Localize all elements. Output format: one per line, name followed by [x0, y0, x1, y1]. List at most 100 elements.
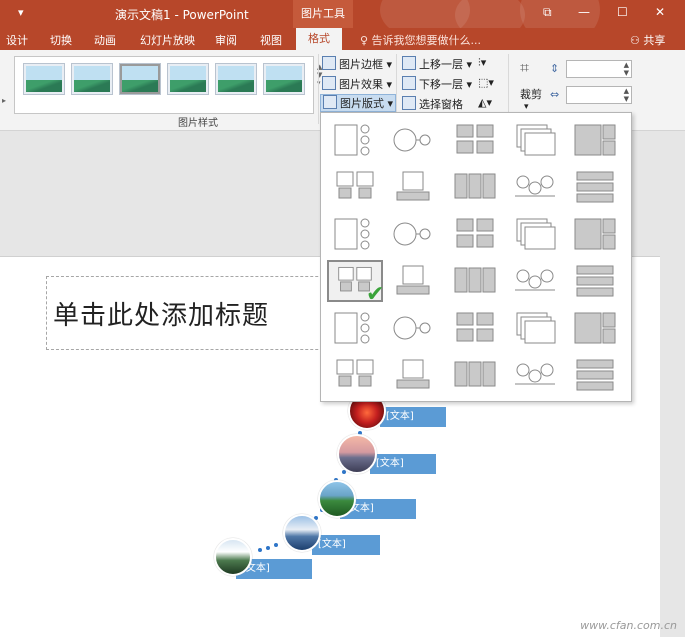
- layout-thumbnail-icon: [396, 171, 430, 201]
- picture-layout-button[interactable]: 图片版式 ▾: [320, 94, 397, 112]
- minimize-icon[interactable]: —: [578, 5, 590, 19]
- picture-layout-option[interactable]: [567, 166, 623, 208]
- height-field[interactable]: ▲ ▼: [566, 60, 632, 78]
- picture-layout-option[interactable]: [507, 119, 563, 161]
- picture-layout-gallery: [320, 112, 632, 402]
- picture-layout-option[interactable]: [327, 119, 383, 161]
- tab-transitions[interactable]: 切换: [50, 32, 72, 48]
- tab-view[interactable]: 视图: [260, 32, 282, 48]
- picture-layout-option[interactable]: [447, 354, 503, 396]
- picture-border-button[interactable]: 图片边框 ▾: [322, 56, 392, 72]
- context-tab-group: 图片工具: [293, 0, 353, 28]
- picture-layout-option[interactable]: [567, 119, 623, 161]
- ribbon-scroll-left-icon[interactable]: ▸: [2, 96, 6, 105]
- picture-layout-option[interactable]: [507, 354, 563, 396]
- crop-label[interactable]: 裁剪: [520, 86, 542, 102]
- width-field[interactable]: ▲ ▼: [566, 86, 632, 104]
- crop-icon[interactable]: ⌗: [520, 58, 529, 78]
- selection-pane-label: 选择窗格: [419, 98, 463, 111]
- layout-thumbnail-icon: [515, 363, 555, 385]
- tab-format[interactable]: 格式: [296, 28, 342, 50]
- layout-thumbnail-icon: [393, 316, 431, 340]
- layout-thumbnail-icon: [516, 124, 556, 156]
- selection-pane-button[interactable]: 选择窗格: [402, 96, 463, 112]
- picture-layout-option[interactable]: [387, 166, 443, 208]
- layout-thumbnail-icon: [454, 173, 496, 199]
- smartart-picture[interactable]: [283, 514, 321, 552]
- close-icon[interactable]: ✕: [655, 5, 665, 19]
- picture-layout-option[interactable]: [447, 213, 503, 255]
- picture-layout-option[interactable]: [387, 354, 443, 396]
- rotate-icon[interactable]: ◭▾: [478, 96, 492, 109]
- layout-thumbnail-icon: [334, 124, 370, 156]
- picture-layout-option[interactable]: [447, 307, 503, 349]
- picture-layout-option[interactable]: [447, 119, 503, 161]
- picture-style-3[interactable]: [119, 63, 161, 95]
- layout-thumbnail-icon: [393, 128, 431, 152]
- picture-layout-option[interactable]: [387, 307, 443, 349]
- picture-layout-option[interactable]: [567, 260, 623, 302]
- send-backward-button[interactable]: 下移一层 ▾: [402, 76, 472, 92]
- picture-effects-button[interactable]: 图片效果 ▾: [322, 76, 392, 92]
- picture-layout-option[interactable]: [567, 213, 623, 255]
- smartart-text-box[interactable]: [文本]: [312, 535, 380, 555]
- picture-style-6[interactable]: [263, 63, 305, 95]
- layout-thumbnail-icon: [336, 359, 374, 387]
- picture-style-2[interactable]: [71, 63, 113, 95]
- layout-thumbnail-icon: [334, 312, 370, 344]
- window-title: 演示文稿1 - PowerPoint: [115, 8, 249, 22]
- picture-layout-option[interactable]: [327, 354, 383, 396]
- qat-dropdown-icon[interactable]: ▾: [18, 6, 24, 19]
- layout-thumbnail-icon: [515, 175, 555, 197]
- layout-thumbnail-icon: [515, 269, 555, 291]
- dropdown-caret: ▾: [387, 97, 394, 110]
- layout-thumbnail-icon: [334, 218, 370, 250]
- restore-icon[interactable]: ⧉: [543, 5, 552, 20]
- layout-thumbnail-icon: [393, 222, 431, 246]
- crop-dropdown-icon[interactable]: ▾: [524, 102, 529, 112]
- picture-layout-option[interactable]: [507, 166, 563, 208]
- layout-thumbnail-icon: [336, 171, 374, 199]
- layout-thumbnail-icon: [576, 359, 614, 391]
- person-icon: ⚇: [630, 34, 644, 47]
- tab-design[interactable]: 设计: [6, 32, 28, 48]
- picture-layout-option[interactable]: [327, 213, 383, 255]
- smartart-picture[interactable]: [214, 538, 252, 576]
- picture-layout-option[interactable]: [507, 260, 563, 302]
- picture-layout-option[interactable]: [567, 354, 623, 396]
- dropdown-caret: ▾: [386, 78, 393, 91]
- picture-layout-option[interactable]: [327, 307, 383, 349]
- picture-style-1[interactable]: [23, 63, 65, 95]
- picture-layout-option[interactable]: [387, 119, 443, 161]
- layout-thumbnail-icon: [456, 312, 494, 342]
- tell-me-search[interactable]: ♀ 告诉我您想要做什么...: [360, 32, 481, 48]
- tab-review[interactable]: 审阅: [215, 32, 237, 48]
- layout-thumbnail-icon: [516, 218, 556, 250]
- send-backward-label: 下移一层: [419, 78, 463, 91]
- maximize-icon[interactable]: ☐: [617, 5, 628, 19]
- picture-layout-option[interactable]: [387, 260, 443, 302]
- picture-layout-option[interactable]: [387, 213, 443, 255]
- tab-animations[interactable]: 动画: [94, 32, 116, 48]
- ribbon-tabs: 设计 切换 动画 幻灯片放映 审阅 视图 格式 ♀ 告诉我您想要做什么... ⚇…: [0, 28, 685, 50]
- picture-layout-option[interactable]: [447, 166, 503, 208]
- share-label: 共享: [643, 34, 666, 47]
- bring-forward-button[interactable]: 上移一层 ▾: [402, 56, 472, 72]
- picture-style-4[interactable]: [167, 63, 209, 95]
- align-icon[interactable]: ⫶▾: [478, 56, 486, 70]
- picture-border-label: 图片边框: [339, 58, 383, 71]
- share-button[interactable]: ⚇ 共享: [630, 32, 665, 48]
- smartart-picture[interactable]: [318, 480, 356, 518]
- smartart-text-box[interactable]: [文本]: [380, 407, 446, 427]
- picture-style-5[interactable]: [215, 63, 257, 95]
- group-objects-icon[interactable]: ⬚▾: [478, 76, 494, 89]
- tab-slideshow[interactable]: 幻灯片放映: [140, 32, 195, 48]
- smartart-text-box[interactable]: [文本]: [370, 454, 436, 474]
- bring-forward-icon: [402, 56, 416, 70]
- picture-layout-option[interactable]: [327, 166, 383, 208]
- picture-layout-option[interactable]: [447, 260, 503, 302]
- smartart-picture[interactable]: [337, 434, 377, 474]
- picture-layout-option[interactable]: [507, 213, 563, 255]
- picture-layout-option[interactable]: [567, 307, 623, 349]
- picture-layout-option[interactable]: [507, 307, 563, 349]
